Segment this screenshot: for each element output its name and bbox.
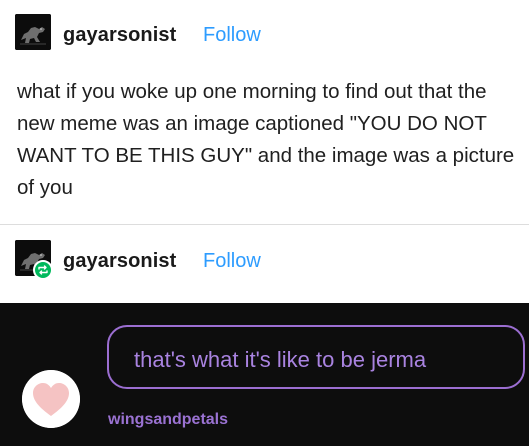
user-avatar-icon[interactable] bbox=[15, 14, 51, 50]
message-text: that's what it's like to be jerma bbox=[134, 347, 427, 372]
username[interactable]: gayarsonist bbox=[63, 24, 176, 47]
reblog-header: gayarsonist Follow bbox=[0, 240, 529, 288]
heart-avatar-icon bbox=[22, 370, 80, 428]
reblog-icon bbox=[33, 260, 53, 280]
username[interactable]: gayarsonist bbox=[63, 250, 176, 273]
dinosaur-avatar-icon bbox=[15, 14, 51, 50]
tumblr-post: gayarsonist Follow what if you woke up o… bbox=[0, 0, 529, 446]
divider bbox=[0, 224, 529, 225]
post-body-text: what if you woke up one morning to find … bbox=[17, 80, 515, 199]
post-image: that's what it's like to be jerma wingsa… bbox=[0, 303, 529, 446]
commenter-name: wingsandpetals bbox=[108, 411, 229, 428]
post-header: gayarsonist Follow bbox=[0, 14, 529, 62]
follow-button[interactable]: Follow bbox=[203, 24, 261, 47]
follow-button[interactable]: Follow bbox=[203, 250, 261, 273]
